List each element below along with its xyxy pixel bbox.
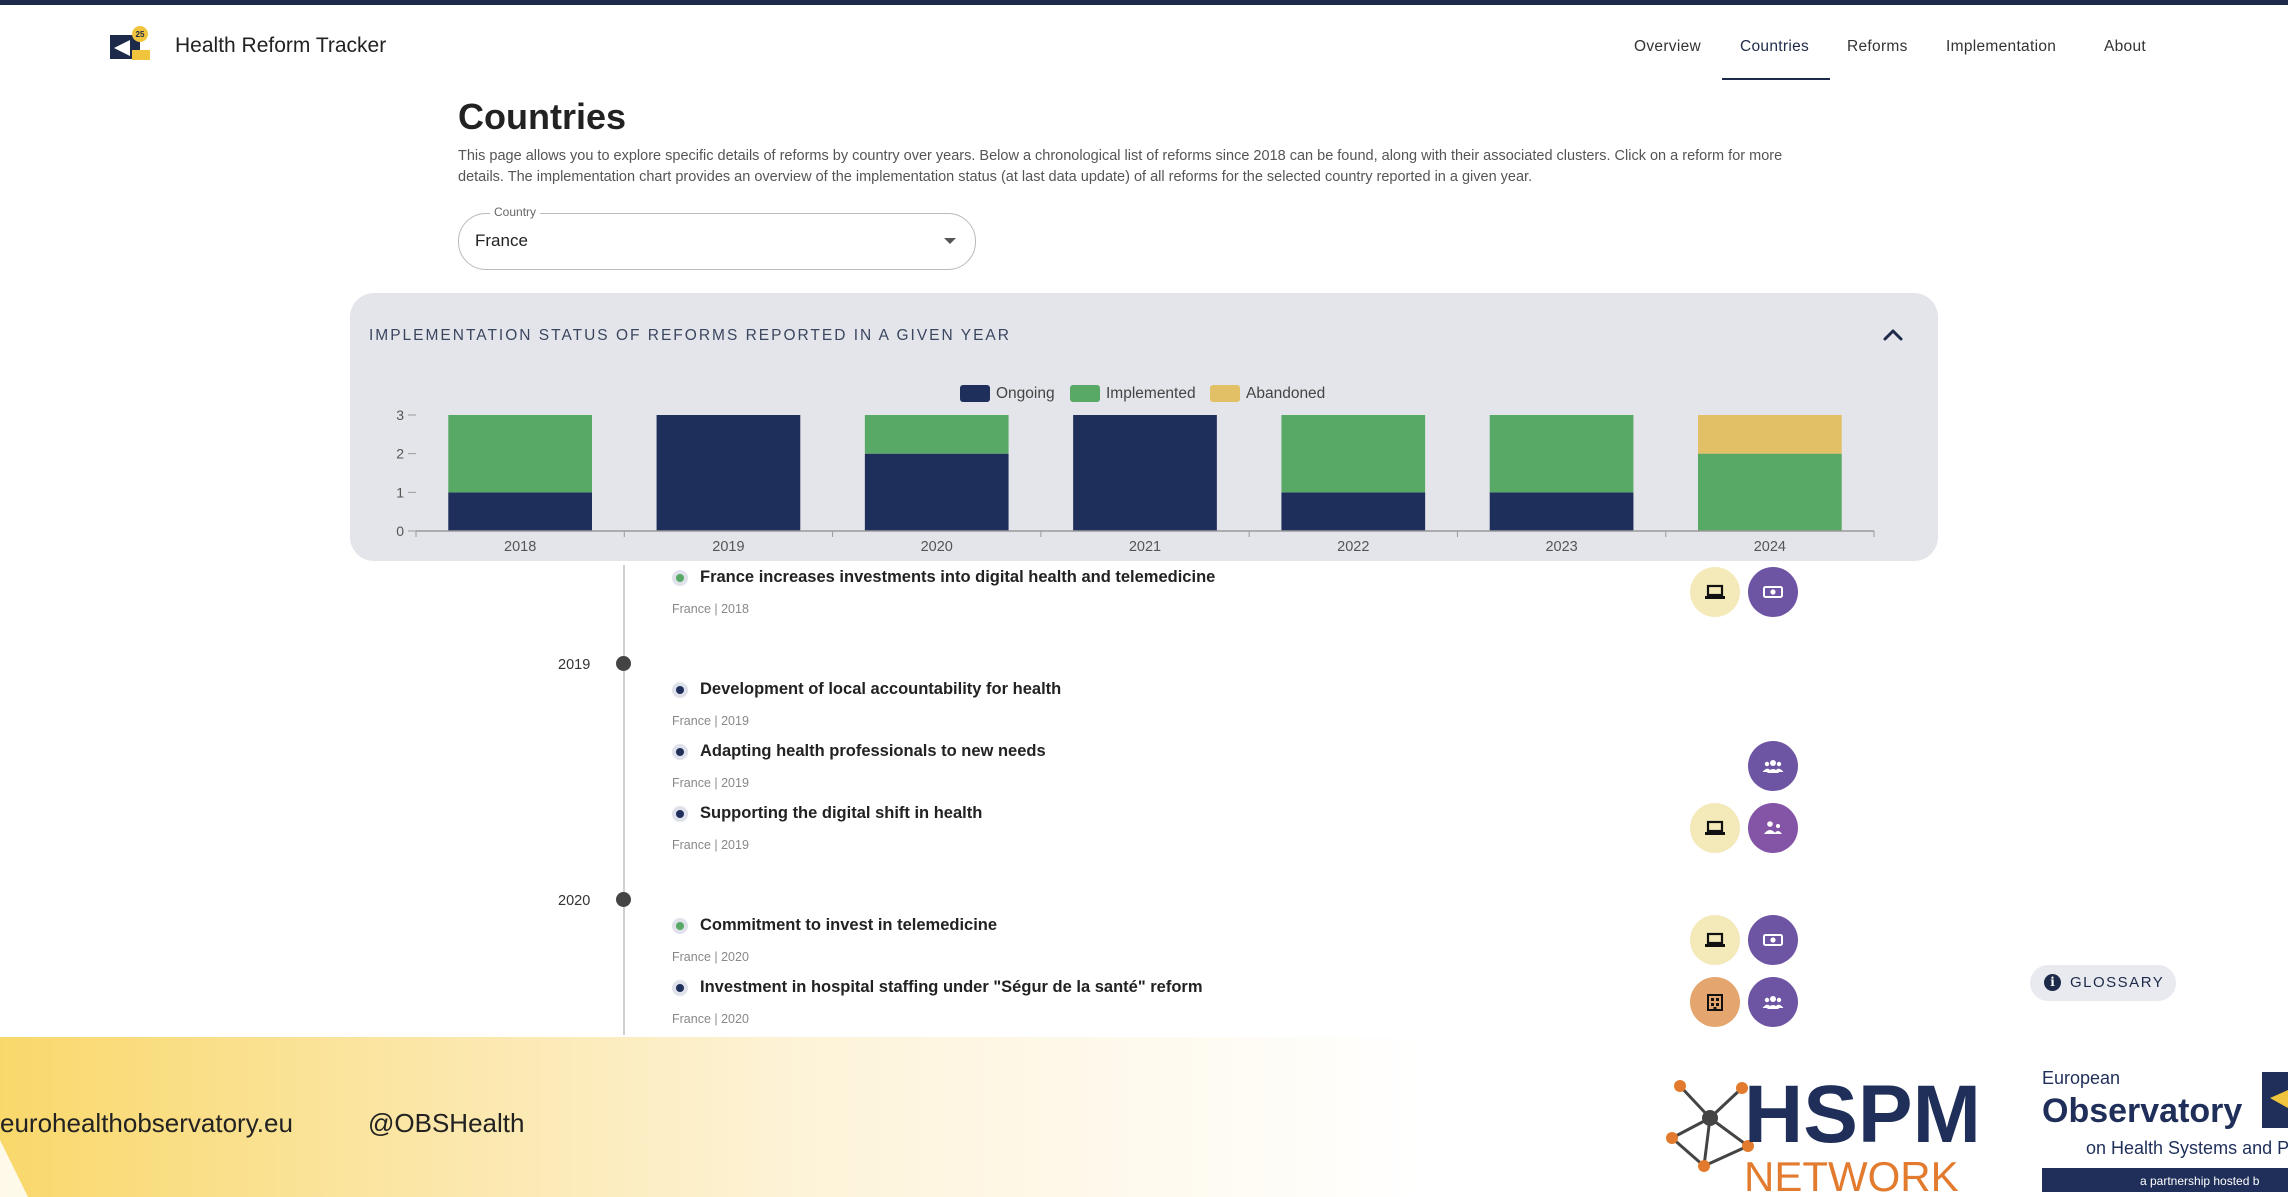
- timeline-line: [623, 565, 625, 1035]
- y-tick-label: 2: [396, 446, 404, 462]
- nav-overview[interactable]: Overview: [1634, 38, 1701, 56]
- page-description: This page allows you to explore specific…: [458, 148, 1783, 185]
- bar-segment: [1697, 415, 1842, 454]
- reform-meta: France | 2018: [672, 602, 749, 616]
- reform-meta: France | 2020: [672, 950, 749, 964]
- timeline-year: 2019: [558, 657, 591, 673]
- hospital-icon[interactable]: [1690, 977, 1740, 1027]
- reform-title[interactable]: Supporting the digital shift in health: [700, 804, 982, 823]
- people-icon[interactable]: [1748, 741, 1798, 791]
- x-tick-label: 2018: [504, 539, 536, 555]
- y-tick-label: 3: [396, 407, 404, 423]
- footer-social-link[interactable]: @OBSHealth: [368, 1108, 524, 1139]
- legend-swatch: [960, 385, 990, 402]
- footer-website-link[interactable]: eurohealthobservatory.eu: [0, 1108, 293, 1139]
- reform-title[interactable]: Development of local accountability for …: [700, 680, 1061, 699]
- observatory-line4: a partnership hosted b: [2140, 1174, 2260, 1188]
- bar-segment: [864, 453, 1009, 531]
- reform-title[interactable]: France increases investments into digita…: [700, 568, 1215, 587]
- x-tick-label: 2024: [1754, 539, 1786, 555]
- glossary-label[interactable]: GLOSSARY: [2070, 974, 2164, 991]
- chevron-up-icon[interactable]: [1880, 324, 1906, 344]
- bar-segment: [1281, 415, 1426, 493]
- active-nav-indicator: [1722, 78, 1830, 80]
- legend-label: Abandoned: [1246, 385, 1325, 402]
- legend-label: Implemented: [1106, 385, 1196, 402]
- legend-swatch: [1210, 385, 1240, 402]
- status-ongoing-dot: [672, 744, 688, 760]
- money-icon[interactable]: [1748, 567, 1798, 617]
- caret-down-icon[interactable]: [944, 238, 956, 244]
- x-tick-label: 2021: [1129, 539, 1161, 555]
- bar-segment: [448, 492, 593, 531]
- chart-panel-heading[interactable]: IMPLEMENTATION STATUS OF REFORMS REPORTE…: [369, 327, 1011, 345]
- people-icon[interactable]: [1748, 977, 1798, 1027]
- app-title[interactable]: Health Reform Tracker: [175, 34, 386, 58]
- hierarchy-icon[interactable]: [1748, 803, 1798, 853]
- nav-countries[interactable]: Countries: [1740, 38, 1809, 56]
- laptop-icon[interactable]: [1690, 915, 1740, 965]
- status-ongoing-dot: [672, 980, 688, 996]
- country-select-value[interactable]: France: [475, 231, 528, 251]
- hspm-network-logo[interactable]: HSPM NETWORK: [1660, 1068, 1980, 1197]
- status-ongoing-dot: [672, 806, 688, 822]
- top-accent-bar: [0, 0, 2288, 5]
- bar-segment: [1489, 492, 1634, 531]
- bar-segment: [864, 415, 1009, 454]
- reform-meta: France | 2019: [672, 714, 749, 728]
- observatory-line3: on Health Systems and Po: [2086, 1138, 2288, 1158]
- laptop-icon[interactable]: [1690, 803, 1740, 853]
- laptop-icon[interactable]: [1690, 567, 1740, 617]
- observatory-line1: European: [2042, 1068, 2120, 1088]
- bar-segment: [448, 415, 593, 493]
- timeline-year-dot: [616, 892, 631, 907]
- reform-title[interactable]: Adapting health professionals to new nee…: [700, 742, 1046, 761]
- status-implemented-dot: [672, 918, 688, 934]
- bar-segment: [1697, 453, 1842, 531]
- money-icon[interactable]: [1748, 915, 1798, 965]
- status-ongoing-dot: [672, 682, 688, 698]
- reform-meta: France | 2019: [672, 776, 749, 790]
- reform-meta: France | 2020: [672, 1012, 749, 1026]
- y-tick-label: 0: [396, 523, 404, 539]
- legend-label: Ongoing: [996, 385, 1055, 402]
- svg-text:25: 25: [136, 30, 145, 39]
- status-implemented-dot: [672, 570, 688, 586]
- network-text: NETWORK: [1744, 1153, 1959, 1197]
- y-tick-label: 1: [396, 484, 404, 500]
- hspm-text: HSPM: [1744, 1069, 1980, 1160]
- tracker-logo-icon[interactable]: 25: [110, 26, 152, 62]
- info-icon[interactable]: i: [2044, 974, 2061, 991]
- reform-title[interactable]: Investment in hospital staffing under "S…: [700, 978, 1203, 997]
- implementation-status-chart: Ongoing Implemented Abandoned 0 1 2 3 2018 2019 2…: [396, 385, 1875, 555]
- page-title: Countries: [458, 96, 627, 137]
- country-select-label: Country: [490, 205, 541, 219]
- reform-meta: France | 2019: [672, 838, 749, 852]
- x-tick-label: 2019: [712, 539, 744, 555]
- european-observatory-logo[interactable]: European Observatory on Health Systems a…: [2040, 1068, 2288, 1197]
- reform-title[interactable]: Commitment to invest in telemedicine: [700, 916, 997, 935]
- timeline-year-dot: [616, 656, 631, 671]
- bar-segment: [1073, 415, 1217, 531]
- timeline-year: 2020: [558, 893, 591, 909]
- country-select[interactable]: [458, 213, 976, 270]
- x-tick-label: 2020: [921, 539, 953, 555]
- nav-implementation[interactable]: Implementation: [1946, 38, 2056, 56]
- x-tick-label: 2022: [1337, 539, 1369, 555]
- bar-segment: [1281, 492, 1426, 531]
- nav-reforms[interactable]: Reforms: [1847, 38, 1908, 56]
- nav-about[interactable]: About: [2104, 38, 2146, 56]
- bar-segment: [656, 415, 801, 531]
- bar-segment: [1489, 415, 1634, 493]
- observatory-line2: Observatory: [2042, 1092, 2242, 1130]
- legend-swatch: [1070, 385, 1100, 402]
- x-tick-label: 2023: [1545, 539, 1577, 555]
